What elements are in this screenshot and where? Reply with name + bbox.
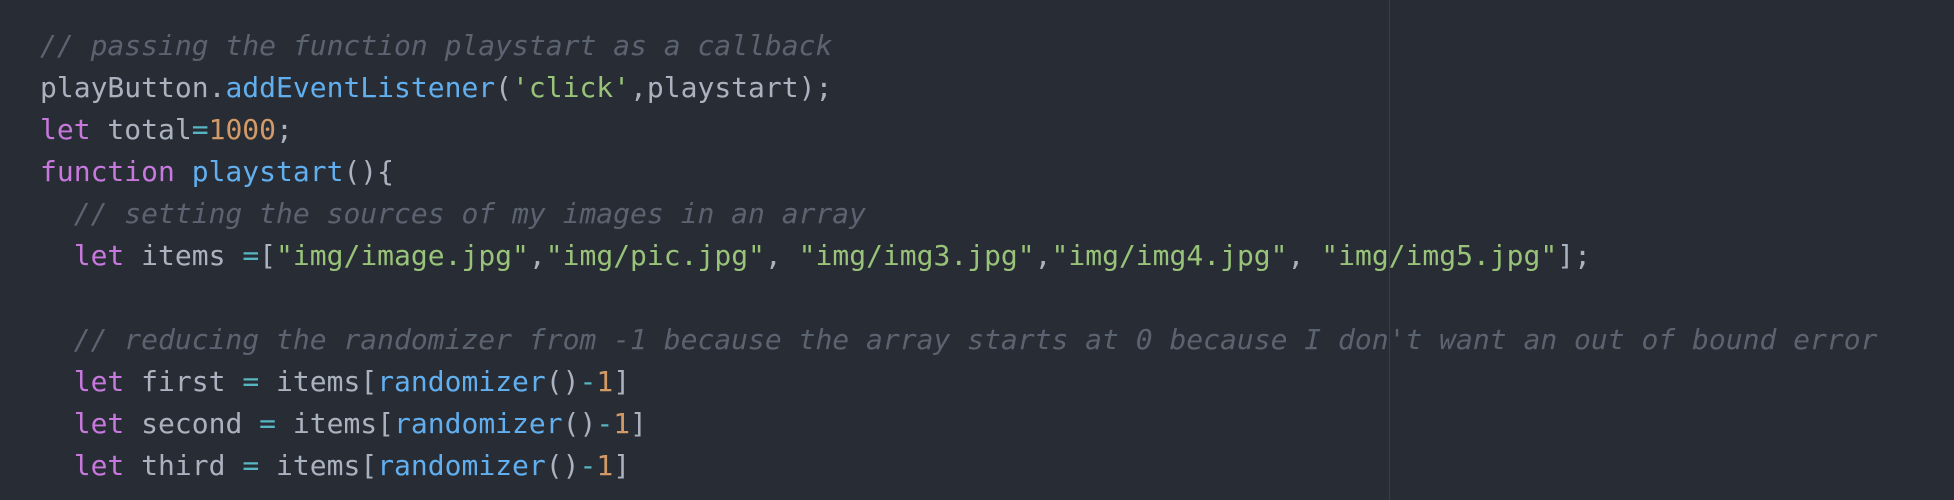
code-text: , [1034, 239, 1052, 272]
code-keyword: let [73, 239, 125, 272]
code-line[interactable]: let third = items[randomizer()-1] [40, 445, 1877, 487]
code-keyword: let [73, 365, 125, 398]
code-text: , [764, 239, 799, 272]
code-text: items [124, 239, 243, 272]
code-line[interactable]: // setting the sources of my images in a… [40, 193, 1877, 235]
code-keyword: let [40, 113, 91, 146]
code-keyword: function [40, 155, 175, 188]
code-comment: // setting the sources of my images in a… [73, 197, 867, 230]
code-line[interactable]: function playstart(){ [40, 151, 1877, 193]
code-text: [ [259, 239, 277, 272]
code-line[interactable]: playButton.addEventListener('click',play… [40, 67, 1877, 109]
code-text: items[ [259, 449, 378, 482]
code-operator: = [191, 113, 209, 146]
code-keyword: let [73, 407, 125, 440]
code-text: , [528, 239, 546, 272]
code-string: "img/img5.jpg" [1321, 239, 1558, 272]
code-operator: - [579, 449, 597, 482]
code-number: 1000 [208, 113, 277, 146]
code-operator: - [579, 365, 597, 398]
code-function-name: playstart [191, 155, 344, 188]
code-text: ]; [1557, 239, 1591, 272]
code-line[interactable]: let first = items[randomizer()-1] [40, 361, 1877, 403]
code-keyword: let [73, 449, 125, 482]
code-string: "img/img4.jpg" [1051, 239, 1288, 272]
code-number: 1 [596, 365, 614, 398]
code-text: ( [495, 71, 513, 104]
code-line[interactable]: let items =["img/image.jpg","img/pic.jpg… [40, 235, 1877, 277]
code-comment: // passing the function playstart as a c… [40, 29, 833, 62]
code-text: total [90, 113, 192, 146]
code-text: second [124, 407, 260, 440]
code-function-name: addEventListener [225, 71, 496, 104]
code-text: ] [613, 449, 631, 482]
code-line[interactable] [40, 277, 1877, 319]
code-text: ; [276, 113, 293, 146]
code-operator: = [242, 239, 260, 272]
code-text: (){ [343, 155, 395, 188]
code-text: items[ [276, 407, 395, 440]
code-text: third [124, 449, 243, 482]
code-operator: = [242, 365, 260, 398]
code-comment: // reducing the randomizer from -1 becau… [73, 323, 1878, 356]
code-editor[interactable]: // passing the function playstart as a c… [0, 0, 1954, 500]
code-function-name: randomizer [377, 449, 546, 482]
code-string: "img/img3.jpg" [798, 239, 1035, 272]
code-area[interactable]: // passing the function playstart as a c… [40, 25, 1877, 487]
code-text: ] [630, 407, 647, 440]
code-line[interactable]: let second = items[randomizer()-1] [40, 403, 1877, 445]
code-operator: - [596, 407, 614, 440]
code-line[interactable]: // passing the function playstart as a c… [40, 25, 1877, 67]
code-line[interactable]: let total=1000; [40, 109, 1877, 151]
code-operator: = [242, 449, 260, 482]
code-text: () [562, 407, 597, 440]
code-text: ] [613, 365, 631, 398]
code-text: ,playstart); [630, 71, 833, 104]
code-text: () [545, 449, 580, 482]
code-text: first [124, 365, 243, 398]
code-text: () [545, 365, 580, 398]
code-text: , [1287, 239, 1322, 272]
code-line[interactable]: // reducing the randomizer from -1 becau… [40, 319, 1878, 361]
code-function-name: randomizer [394, 407, 563, 440]
code-number: 1 [596, 449, 614, 482]
code-number: 1 [613, 407, 631, 440]
code-string: "img/image.jpg" [276, 239, 529, 272]
code-string: "img/pic.jpg" [545, 239, 765, 272]
code-operator: = [259, 407, 277, 440]
code-function-name: randomizer [377, 365, 546, 398]
code-text: playButton. [40, 71, 226, 104]
code-text: items[ [259, 365, 378, 398]
code-string: 'click' [512, 71, 631, 104]
